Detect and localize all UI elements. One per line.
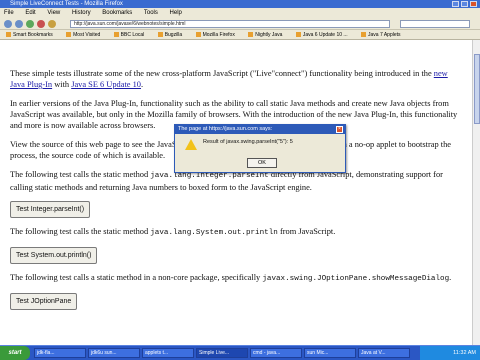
test-println-button[interactable]: Test System.out.println() <box>10 247 98 264</box>
menu-view[interactable]: View <box>47 10 60 16</box>
reload-icon[interactable] <box>26 20 34 28</box>
taskbar-item[interactable]: cmd - java... <box>250 348 302 358</box>
scrollbar-thumb[interactable] <box>474 54 480 124</box>
bookmarks-toolbar: Smart Bookmarks Most Visited BBC Local B… <box>0 30 480 40</box>
bookmark-item[interactable]: Mozilla Firefox <box>196 30 235 39</box>
maximize-button[interactable] <box>461 1 468 7</box>
test-joptionpane-button[interactable]: Test JOptionPane <box>10 293 78 310</box>
taskbar-item[interactable]: Java at V... <box>358 348 410 358</box>
test3-description: The following test calls a static method… <box>10 273 452 283</box>
menu-help[interactable]: Help <box>170 10 182 16</box>
code-println: java.lang.System.out.println <box>150 229 278 237</box>
taskbar: start jdk-fla... jdk6u sun... applets t.… <box>0 345 480 360</box>
minimize-button[interactable] <box>452 1 459 7</box>
java-se-update-link[interactable]: Java SE 6 Update 10 <box>71 80 141 89</box>
bookmark-item[interactable]: BBC Local <box>114 30 145 39</box>
bookmark-item[interactable]: Java 7 Applets <box>361 30 401 39</box>
menu-bar: File Edit View History Bookmarks Tools H… <box>0 8 480 18</box>
menu-bookmarks[interactable]: Bookmarks <box>102 10 132 16</box>
dialog-title: The page at https://java.sun.com says: <box>175 125 345 134</box>
dialog-message: Result of javax.swing.parseInt("5"): 5 <box>203 139 293 145</box>
navigation-toolbar: http://java.sun.com/javase/6/webnotes/si… <box>0 18 480 30</box>
home-icon[interactable] <box>48 20 56 28</box>
vertical-scrollbar[interactable] <box>472 40 480 345</box>
bookmark-item[interactable]: Smart Bookmarks <box>6 30 53 39</box>
taskbar-item[interactable]: jdk-fla... <box>34 348 86 358</box>
taskbar-item[interactable]: jdk6u sun... <box>88 348 140 358</box>
back-icon[interactable] <box>4 20 12 28</box>
system-tray-clock: 11:32 AM <box>420 346 480 360</box>
dialog-ok-button[interactable]: OK <box>247 158 277 168</box>
warning-icon <box>185 139 197 150</box>
bookmark-item[interactable]: Java 6 Update 10 ... <box>296 30 348 39</box>
alert-dialog: The page at https://java.sun.com says: ×… <box>174 124 346 173</box>
bookmark-item[interactable]: Most Visited <box>66 30 100 39</box>
start-button[interactable]: start <box>0 346 30 360</box>
forward-icon[interactable] <box>15 20 23 28</box>
menu-edit[interactable]: Edit <box>25 10 35 16</box>
dialog-close-icon[interactable]: × <box>336 126 343 133</box>
menu-history[interactable]: History <box>72 10 91 16</box>
taskbar-item[interactable]: applets t... <box>142 348 194 358</box>
intro-paragraph: These simple tests illustrate some of th… <box>10 69 448 89</box>
code-parseint: java.lang.Integer.parseInt <box>150 172 269 180</box>
close-window-button[interactable] <box>470 1 477 7</box>
code-joptionpane: javax.swing.JOptionPane.showMessageDialo… <box>262 275 450 283</box>
menu-file[interactable]: File <box>4 10 14 16</box>
address-bar[interactable]: http://java.sun.com/javase/6/webnotes/si… <box>70 20 390 28</box>
test2-description: The following test calls the static meth… <box>10 227 336 237</box>
stop-icon[interactable] <box>37 20 45 28</box>
taskbar-item[interactable]: sun Mic... <box>304 348 356 358</box>
bookmark-item[interactable]: Bugzilla <box>158 30 183 39</box>
menu-tools[interactable]: Tools <box>144 10 158 16</box>
search-input[interactable] <box>400 20 470 28</box>
window-title-bar: Simple LiveConnect Tests - Mozilla Firef… <box>0 0 480 8</box>
taskbar-item[interactable]: Simple Live... <box>196 348 248 358</box>
page-content: These simple tests illustrate some of th… <box>0 40 472 345</box>
window-title: Simple LiveConnect Tests - Mozilla Firef… <box>10 1 123 7</box>
test-parseint-button[interactable]: Test Integer.parseInt() <box>10 201 91 218</box>
bookmark-item[interactable]: Nightly Java <box>248 30 282 39</box>
